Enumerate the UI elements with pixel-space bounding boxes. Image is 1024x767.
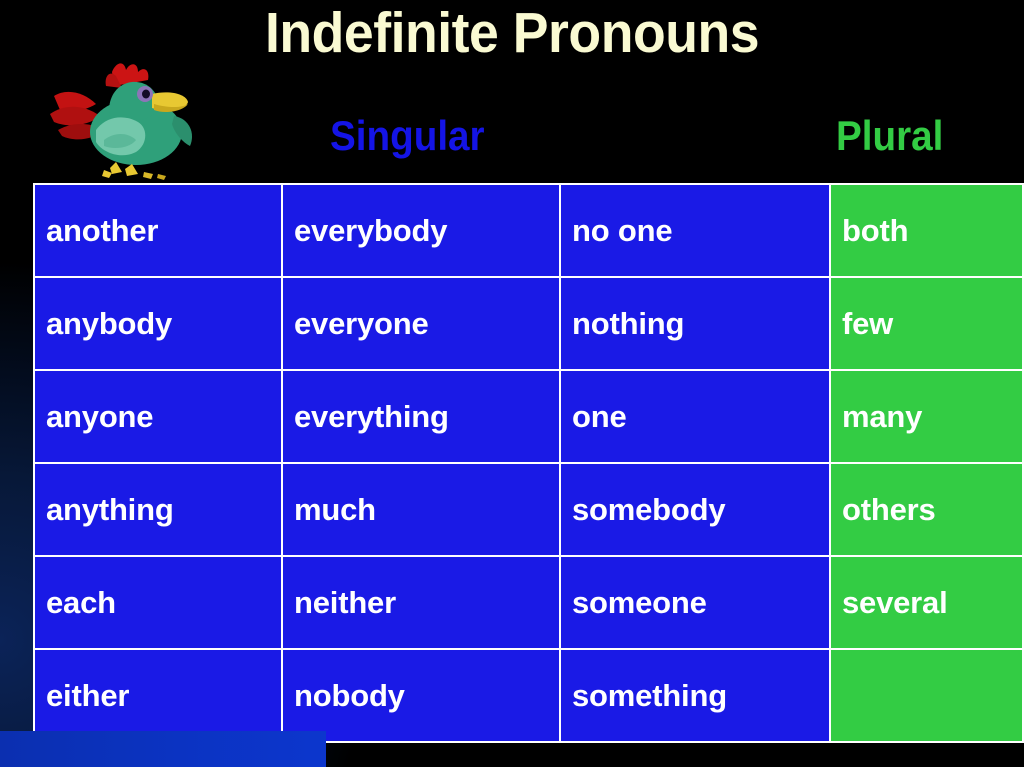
table-cell: anything	[33, 462, 283, 557]
table-row: either nobody something	[33, 648, 1024, 743]
table-cell: each	[33, 555, 283, 650]
column-header-plural: Plural	[836, 112, 944, 159]
table-cell: others	[829, 462, 1024, 557]
table-cell: one	[559, 369, 831, 464]
column-header-singular: Singular	[330, 112, 485, 159]
page-title: Indefinite Pronouns	[264, 1, 760, 65]
table-row: each neither someone several	[33, 555, 1024, 650]
table-cell: neither	[281, 555, 561, 650]
table-cell: another	[33, 183, 283, 278]
table-body: another everybody no one both anybody ev…	[33, 183, 1024, 743]
table-cell: anybody	[33, 276, 283, 371]
table-cell: several	[829, 555, 1024, 650]
table-row: anyone everything one many	[33, 369, 1024, 464]
table-cell: anyone	[33, 369, 283, 464]
table-cell: everyone	[281, 276, 561, 371]
cartoon-bird-icon	[50, 63, 193, 180]
table-cell: everything	[281, 369, 561, 464]
bottom-accent-bar	[0, 731, 326, 767]
table-cell: nobody	[281, 648, 561, 743]
table-cell: everybody	[281, 183, 561, 278]
table-cell: someone	[559, 555, 831, 650]
table-cell: both	[829, 183, 1024, 278]
table-cell: nothing	[559, 276, 831, 371]
slide-canvas: Indefinite Pronouns Singular Plural anot…	[0, 0, 1024, 767]
table-cell: something	[559, 648, 831, 743]
indefinite-pronouns-table: another everybody no one both anybody ev…	[33, 183, 1024, 743]
table-row: anybody everyone nothing few	[33, 276, 1024, 371]
table-cell	[829, 648, 1024, 743]
table-cell: few	[829, 276, 1024, 371]
table-cell: somebody	[559, 462, 831, 557]
table-cell: many	[829, 369, 1024, 464]
table-row: anything much somebody others	[33, 462, 1024, 557]
table-cell: much	[281, 462, 561, 557]
table-cell: no one	[559, 183, 831, 278]
table-cell: either	[33, 648, 283, 743]
table-row: another everybody no one both	[33, 183, 1024, 278]
